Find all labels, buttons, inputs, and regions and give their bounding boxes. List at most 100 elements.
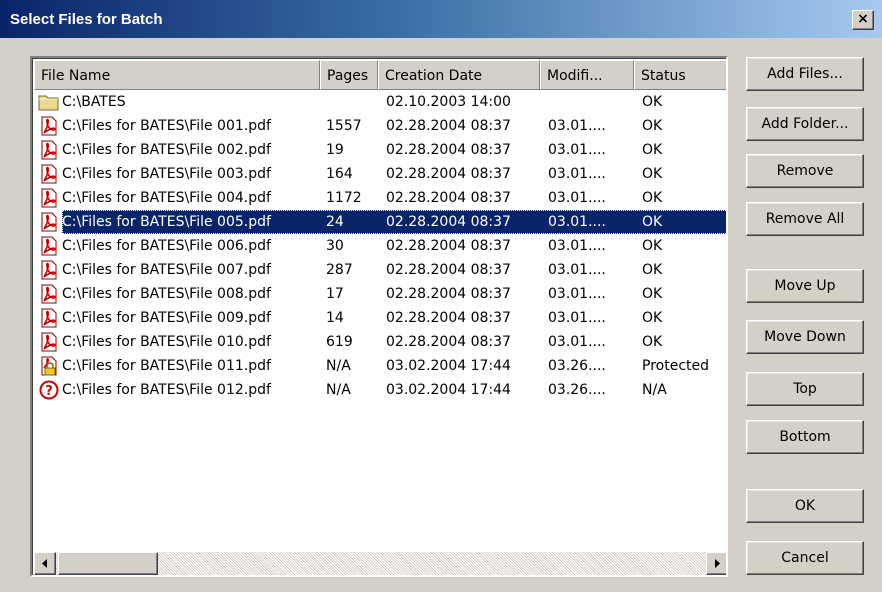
table-row[interactable]: C:\Files for BATES\File 003.pdf 164 02.28.… [34,162,726,186]
column-header-modified[interactable]: Modifi... [540,60,634,90]
select-files-dialog: Select Files for Batch × File Name Pages… [0,0,882,592]
cell-pages: 1172 [326,190,362,206]
cell-modified: 03.01.... [548,142,606,158]
folder-icon [38,92,60,112]
cell-modified: 03.01.... [548,334,606,350]
cell-status: OK [642,118,663,134]
pdf-icon [38,188,60,208]
table-row[interactable]: C:\Files for BATES\File 010.pdf 619 02.28.… [34,330,726,354]
bottom-button[interactable]: Bottom [746,420,864,454]
cell-modified: 03.01.... [548,118,606,134]
column-header-pages[interactable]: Pages [320,60,378,90]
cell-modified: 03.01.... [548,310,606,326]
pdf-icon [38,140,60,160]
pdf-icon [38,236,60,256]
table-row[interactable]: C:\Files for BATES\File 001.pdf 1557 02.28… [34,114,726,138]
cell-status: OK [642,286,663,302]
cell-creation-date: 02.28.2004 08:37 [386,286,511,302]
table-row[interactable]: C:\Files for BATES\File 006.pdf 30 02.28.2… [34,234,726,258]
cell-file-name: C:\Files for BATES\File 010.pdf [62,334,271,350]
add-files-button[interactable]: Add Files... [746,57,864,91]
table-row[interactable]: C:\BATES 02.10.2003 14:00 OK [34,90,726,114]
right-arrow-icon [715,559,720,568]
svg-text:?: ? [45,384,53,399]
table-row[interactable]: C:\Files for BATES\File 009.pdf 14 02.28.2… [34,306,726,330]
cell-modified: 03.01.... [548,190,606,206]
cell-file-name: C:\Files for BATES\File 002.pdf [62,142,271,158]
cell-status: OK [642,214,663,230]
column-header-file-name[interactable]: File Name [34,60,320,90]
pdf-locked-icon [38,356,60,376]
cell-pages: 24 [326,214,344,230]
column-header-creation-date[interactable]: Creation Date [378,60,540,90]
cell-pages: 164 [326,166,353,182]
cell-creation-date: 02.28.2004 08:37 [386,166,511,182]
cell-modified: 03.26.... [548,358,606,374]
cell-modified: 03.01.... [548,238,606,254]
cell-creation-date: 02.28.2004 08:37 [386,310,511,326]
table-row[interactable]: C:\Files for BATES\File 002.pdf 19 02.28.2… [34,138,726,162]
cell-pages: 14 [326,310,344,326]
pdf-icon [38,308,60,328]
pdf-icon [38,212,60,232]
cell-pages: 19 [326,142,344,158]
cell-status: N/A [642,382,667,398]
column-header-status[interactable]: Status [634,60,726,90]
cell-pages: 17 [326,286,344,302]
cell-creation-date: 03.02.2004 17:44 [386,382,511,398]
remove-button[interactable]: Remove [746,154,864,188]
table-row[interactable]: ? C:\Files for BATES\File 012.pdf N/A 03.02… [34,378,726,402]
table-row[interactable]: C:\Files for BATES\File 005.pdf 24 02.28.2… [34,210,726,234]
cell-status: OK [642,310,663,326]
cell-file-name: C:\Files for BATES\File 001.pdf [62,118,271,134]
cell-status: OK [642,262,663,278]
add-folder-button[interactable]: Add Folder... [746,107,864,141]
close-button[interactable]: × [852,10,874,30]
scroll-right-button[interactable] [706,552,726,575]
scrollbar-thumb[interactable] [58,552,158,575]
remove-all-button[interactable]: Remove All [746,202,864,236]
cell-creation-date: 02.28.2004 08:37 [386,262,511,278]
cell-pages: 619 [326,334,353,350]
top-button[interactable]: Top [746,372,864,406]
cell-pages: N/A [326,382,351,398]
cancel-button[interactable]: Cancel [746,541,864,575]
title-bar[interactable]: Select Files for Batch × [0,0,882,38]
cell-modified: 03.01.... [548,262,606,278]
cell-creation-date: 02.28.2004 08:37 [386,142,511,158]
file-list[interactable]: File Name Pages Creation Date Modifi... … [30,56,728,577]
question-icon: ? [38,380,60,400]
cell-file-name: C:\Files for BATES\File 012.pdf [62,382,271,398]
move-down-button[interactable]: Move Down [746,320,864,354]
table-row[interactable]: C:\Files for BATES\File 007.pdf 287 02.28.… [34,258,726,282]
cell-pages [326,90,376,114]
window-title: Select Files for Batch [10,11,163,28]
pdf-icon [38,332,60,352]
cell-pages: N/A [326,358,351,374]
cell-status: OK [642,334,663,350]
cell-pages: 287 [326,262,353,278]
cell-creation-date: 02.10.2003 14:00 [386,94,511,110]
cell-pages: 1557 [326,118,362,134]
horizontal-scrollbar[interactable] [34,552,726,575]
cell-modified: 03.26.... [548,382,606,398]
cell-file-name: C:\Files for BATES\File 005.pdf [62,214,271,230]
list-body: C:\BATES 02.10.2003 14:00 OK C:\Files for B… [34,90,726,550]
cell-file-name: C:\Files for BATES\File 011.pdf [62,358,271,374]
pdf-icon [38,284,60,304]
cell-creation-date: 02.28.2004 08:37 [386,334,511,350]
cell-modified: 03.01.... [548,286,606,302]
cell-file-name: C:\Files for BATES\File 009.pdf [62,310,271,326]
table-row[interactable]: C:\Files for BATES\File 004.pdf 1172 02.28… [34,186,726,210]
scroll-left-button[interactable] [34,552,56,575]
table-row[interactable]: C:\Files for BATES\File 011.pdf N/A 03.02.… [34,354,726,378]
cell-pages: 30 [326,238,344,254]
ok-button[interactable]: OK [746,489,864,523]
cell-status: OK [642,142,663,158]
cell-creation-date: 02.28.2004 08:37 [386,118,511,134]
cell-file-name: C:\Files for BATES\File 003.pdf [62,166,271,182]
pdf-icon [38,164,60,184]
cell-creation-date: 02.28.2004 08:37 [386,190,511,206]
table-row[interactable]: C:\Files for BATES\File 008.pdf 17 02.28.2… [34,282,726,306]
move-up-button[interactable]: Move Up [746,269,864,303]
